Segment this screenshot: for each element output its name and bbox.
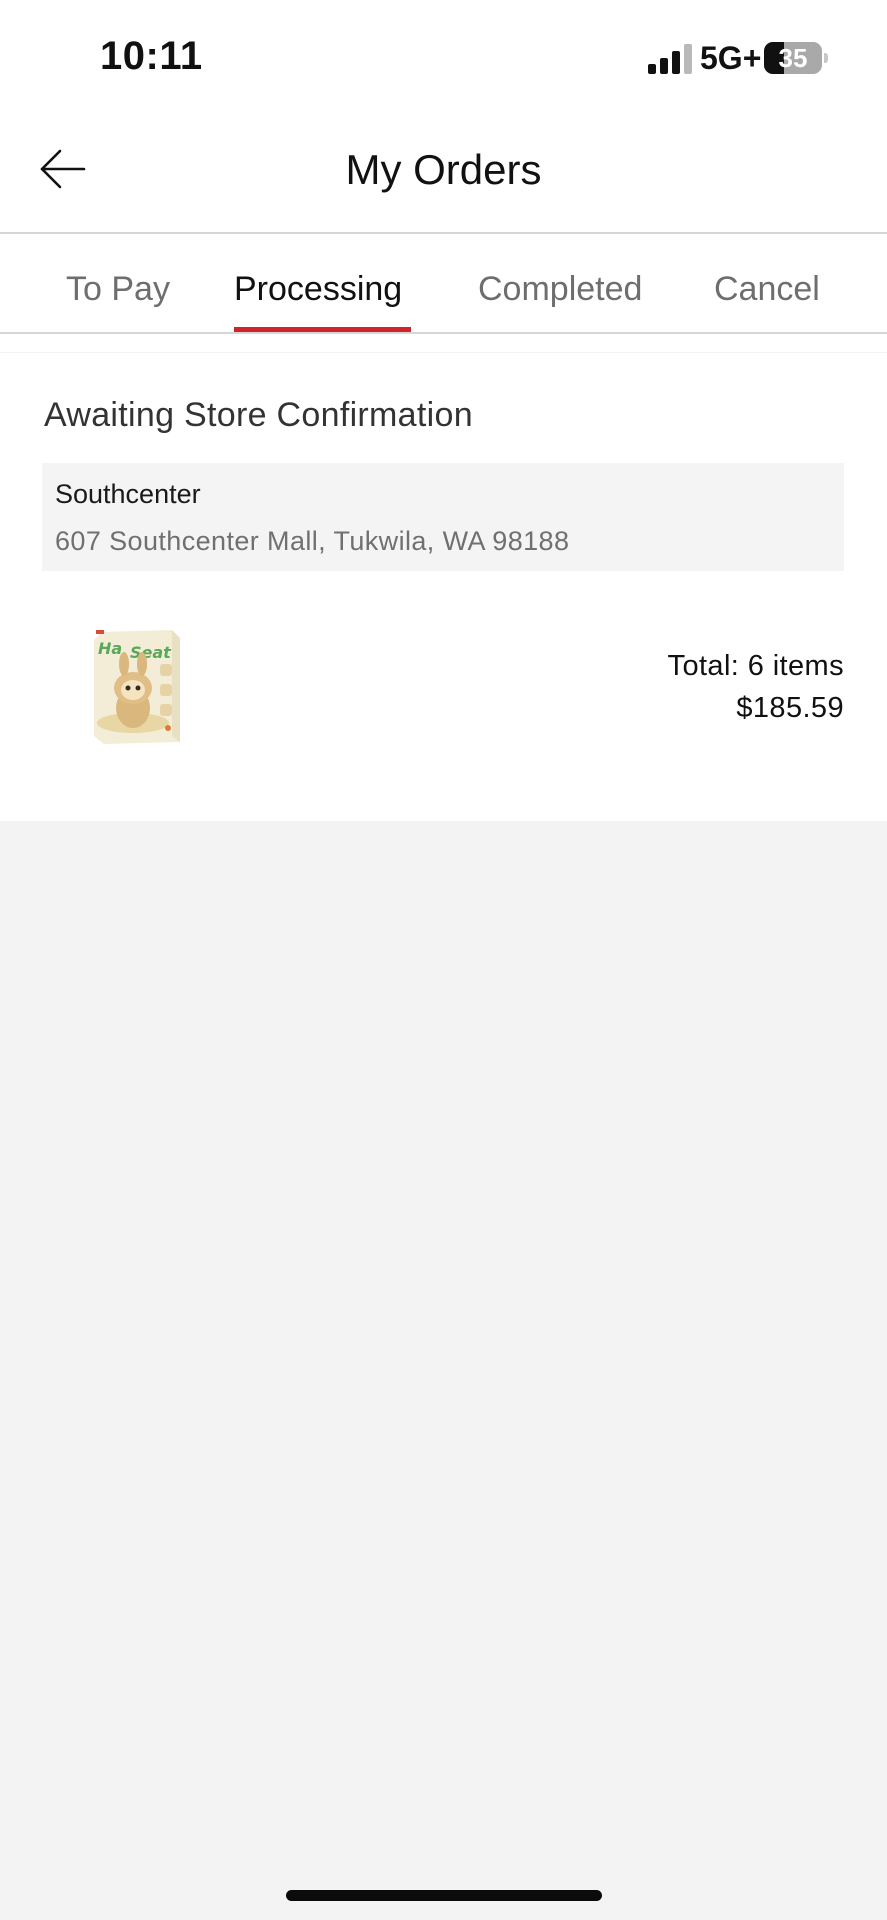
tab-processing[interactable]: Processing <box>234 270 402 309</box>
store-address: 607 Southcenter Mall, Tukwila, WA 98188 <box>55 526 570 556</box>
order-total-price: $185.59 <box>736 692 844 724</box>
svg-text:Ha: Ha <box>98 639 122 658</box>
battery-level: 35 <box>778 43 808 73</box>
store-info: Southcenter 607 Southcenter Mall, Tukwil… <box>42 463 844 571</box>
home-indicator <box>286 1890 602 1901</box>
header-divider <box>0 232 887 234</box>
network-type: 5G+ <box>700 40 762 76</box>
page-title: My Orders <box>345 146 542 193</box>
product-box-image: Ha Seat <box>94 630 180 744</box>
svg-text:Seat: Seat <box>130 643 172 662</box>
product-thumbnail[interactable]: Ha Seat <box>88 628 184 746</box>
tab-to-pay[interactable]: To Pay <box>66 270 170 309</box>
order-status: Awaiting Store Confirmation <box>44 396 473 434</box>
cellular-signal-icon <box>648 44 694 74</box>
battery-icon: 35 <box>764 42 822 74</box>
order-total-items: Total: 6 items <box>667 650 844 682</box>
battery-tip <box>824 53 828 63</box>
tab-cancel[interactable]: Cancel <box>714 270 820 309</box>
status-time: 10:11 <box>100 34 203 78</box>
store-name: Southcenter <box>55 479 201 509</box>
tab-completed[interactable]: Completed <box>478 270 642 309</box>
tabs-divider <box>0 332 887 334</box>
order-card[interactable]: Awaiting Store Confirmation Southcenter … <box>0 353 887 821</box>
